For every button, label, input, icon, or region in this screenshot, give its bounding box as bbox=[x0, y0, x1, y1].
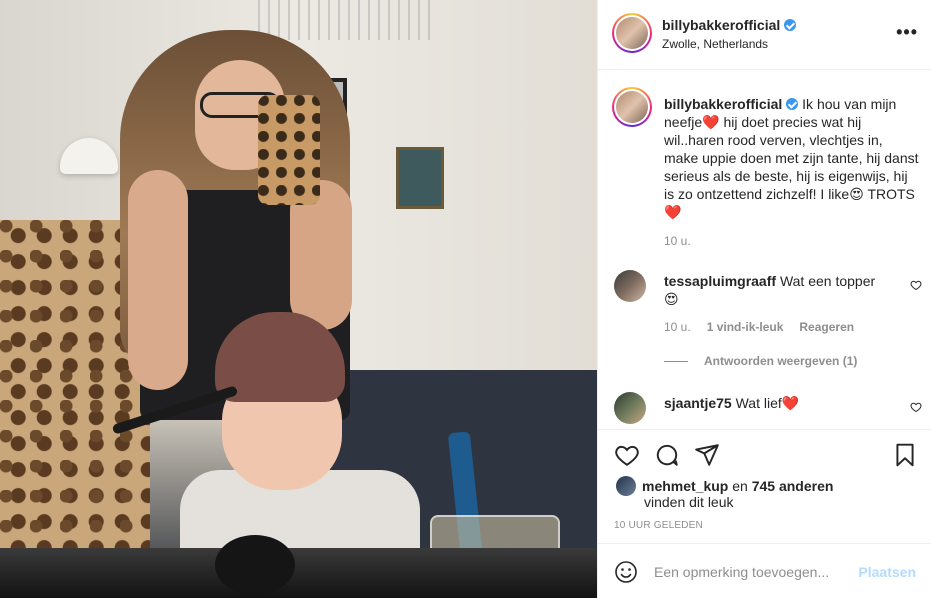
comment-bubble-icon[interactable] bbox=[654, 442, 680, 468]
heart-emoji-icon: ❤️ bbox=[702, 114, 720, 130]
post-location[interactable]: Zwolle, Netherlands bbox=[662, 37, 768, 51]
heart-eyes-emoji-icon: 😍 bbox=[664, 291, 679, 307]
likes-connector: en bbox=[728, 478, 752, 494]
caption-body-3: TROTS bbox=[863, 186, 915, 202]
view-replies-label: Antwoorden weergeven (1) bbox=[704, 354, 858, 368]
heart-emoji-icon: ❤️ bbox=[781, 395, 800, 411]
post-photo[interactable] bbox=[0, 0, 597, 598]
add-comment-bar: Plaatsen bbox=[598, 543, 931, 598]
post-actions: mehmet_kup en 745 anderen vinden dit leu… bbox=[598, 429, 931, 598]
author-username[interactable]: billybakkerofficial bbox=[662, 17, 780, 33]
comments-list[interactable]: billybakkerofficial Ik hou van mijn neef… bbox=[598, 71, 931, 429]
verified-badge-icon bbox=[784, 19, 797, 31]
comment-body: Wat lief bbox=[735, 395, 782, 411]
comment-text: sjaantje75 Wat lief❤️ bbox=[664, 394, 888, 412]
photo-leopard-phone bbox=[258, 95, 320, 205]
save-bookmark-icon[interactable] bbox=[892, 442, 918, 468]
author-username-row: billybakkerofficial bbox=[662, 17, 797, 33]
photo-mirror-edge bbox=[0, 548, 597, 598]
comment-likes[interactable]: 1 vind-ik-leuk bbox=[707, 320, 784, 334]
emoji-smiley-icon[interactable] bbox=[614, 560, 638, 584]
author-avatar[interactable] bbox=[612, 13, 652, 53]
heart-emoji-icon: ❤️ bbox=[664, 204, 682, 220]
caption-avatar[interactable] bbox=[612, 87, 652, 127]
like-heart-icon[interactable] bbox=[614, 442, 640, 468]
likes-summary: mehmet_kup en 745 anderen bbox=[616, 476, 833, 496]
view-replies-button[interactable]: Antwoorden weergeven (1) bbox=[664, 354, 857, 368]
post-comment-button[interactable]: Plaatsen bbox=[858, 564, 916, 580]
comment-meta: 10 u. 1 vind-ik-leuk Reageren bbox=[664, 320, 854, 334]
likes-suffix: vinden dit leuk bbox=[644, 494, 734, 510]
photo-woman-arm bbox=[128, 170, 188, 390]
photo-chandelier bbox=[250, 0, 430, 40]
commenter-username[interactable]: tessapluimgraaff bbox=[664, 273, 776, 289]
verified-badge-icon bbox=[786, 98, 799, 110]
commenter-avatar[interactable] bbox=[614, 270, 646, 302]
caption-text: billybakkerofficial Ik hou van mijn neef… bbox=[664, 95, 920, 221]
commenter-username[interactable]: sjaantje75 bbox=[664, 395, 732, 411]
share-paper-plane-icon[interactable] bbox=[694, 442, 720, 468]
post-side-panel: billybakkerofficial Zwolle, Netherlands … bbox=[597, 0, 931, 598]
likes-others[interactable]: 745 anderen bbox=[752, 478, 834, 494]
commenter-avatar[interactable] bbox=[614, 392, 646, 424]
liker-avatar[interactable] bbox=[616, 476, 636, 496]
comment-time[interactable]: 10 u. bbox=[664, 320, 691, 334]
photo-makeup-ball bbox=[215, 535, 295, 595]
caption-time[interactable]: 10 u. bbox=[664, 234, 691, 248]
liker-username[interactable]: mehmet_kup bbox=[642, 478, 728, 494]
heart-eyes-emoji-icon: 😍 bbox=[849, 186, 864, 202]
more-options-icon[interactable]: ••• bbox=[896, 22, 918, 43]
replies-divider bbox=[664, 361, 688, 363]
comment-body: Wat een topper bbox=[779, 273, 876, 289]
comment-text: tessapluimgraaff Wat een topper 😍 bbox=[664, 272, 888, 308]
photo-wall-frame-small bbox=[396, 147, 444, 209]
comment-like-heart-icon[interactable] bbox=[910, 401, 922, 413]
caption-username[interactable]: billybakkerofficial bbox=[664, 96, 782, 112]
post-header: billybakkerofficial Zwolle, Netherlands … bbox=[598, 0, 931, 70]
comment-like-heart-icon[interactable] bbox=[910, 279, 922, 291]
post-timestamp[interactable]: 10 UUR GELEDEN bbox=[614, 520, 703, 531]
reply-button[interactable]: Reageren bbox=[799, 320, 854, 334]
comment-input[interactable] bbox=[654, 558, 854, 586]
